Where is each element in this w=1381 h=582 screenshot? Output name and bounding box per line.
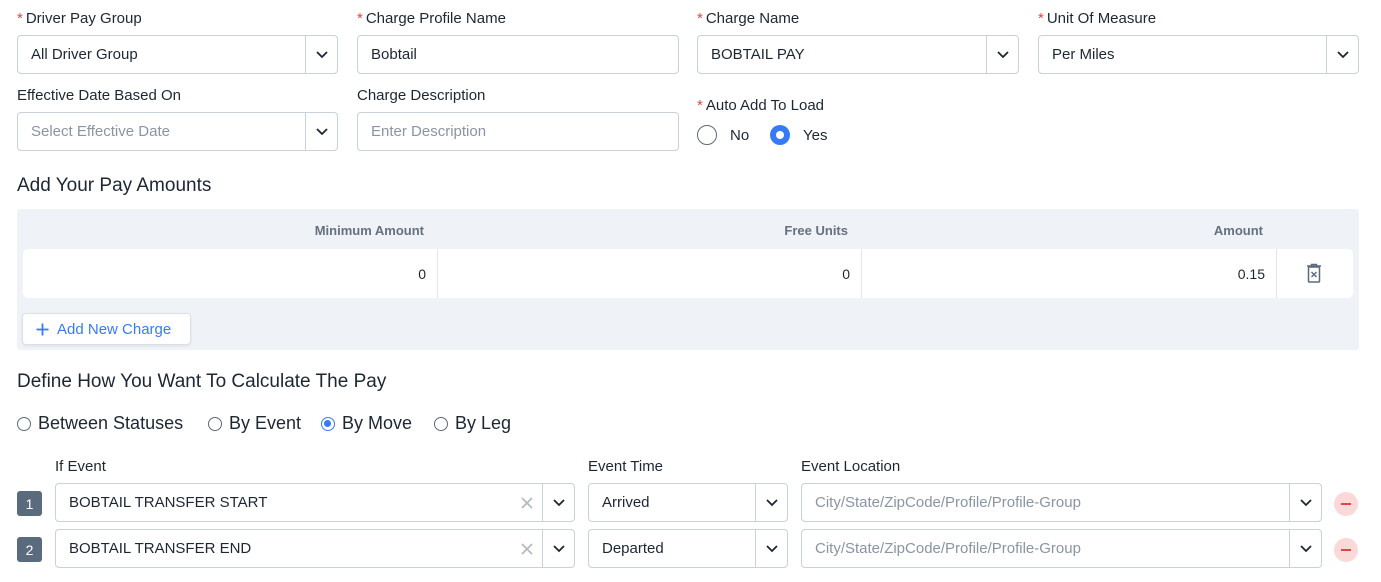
minus-icon [1341, 549, 1351, 551]
calculation-title: Define How You Want To Calculate The Pay [17, 371, 387, 392]
chevron-down-icon[interactable] [305, 36, 337, 73]
chevron-down-icon[interactable] [542, 484, 574, 521]
if-event-value: BOBTAIL TRANSFER END [69, 540, 252, 557]
if-event-select[interactable]: BOBTAIL TRANSFER START [55, 483, 575, 522]
charge-profile-name-input[interactable]: Bobtail [357, 35, 679, 74]
charge-profile-name-value: Bobtail [371, 46, 417, 63]
chevron-down-icon[interactable] [1289, 484, 1321, 521]
driver-pay-group-label-text: Driver Pay Group [25, 10, 142, 27]
event-location-placeholder: City/State/ZipCode/Profile/Profile-Group [815, 494, 1081, 511]
auto-add-label-text: Auto Add To Load [705, 97, 825, 114]
radio-circle[interactable] [697, 125, 717, 145]
charge-profile-name-label: * Charge Profile Name [357, 10, 506, 27]
row-number-badge: 2 [17, 537, 42, 562]
remove-row-button[interactable] [1334, 538, 1358, 562]
method-by-event-label: By Event [229, 413, 302, 433]
radio-circle-selected[interactable] [321, 416, 335, 431]
amount-cell[interactable]: 0.15 [862, 249, 1276, 298]
auto-add-no-radio[interactable]: No [697, 125, 749, 145]
chevron-down-icon[interactable] [755, 530, 787, 567]
auto-add-label: * Auto Add To Load [697, 97, 824, 114]
minimum-amount-header: Minimum Amount [314, 223, 424, 238]
plus-icon [36, 323, 49, 335]
radio-circle-selected[interactable] [770, 125, 790, 145]
chevron-down-icon[interactable] [305, 113, 337, 150]
row-number-badge: 1 [17, 491, 42, 516]
amount-header: Amount [1213, 223, 1263, 238]
unit-of-measure-label: * Unit Of Measure [1038, 10, 1156, 27]
driver-pay-group-select[interactable]: All Driver Group [17, 35, 338, 74]
chevron-down-icon[interactable] [1289, 530, 1321, 567]
auto-add-no-label: No [730, 126, 750, 144]
charge-description-placeholder: Enter Description [371, 123, 487, 140]
minus-icon [1341, 503, 1351, 505]
auto-add-yes-radio[interactable]: Yes [770, 125, 827, 145]
driver-pay-group-value: All Driver Group [31, 46, 138, 63]
effective-date-select[interactable]: Select Effective Date [17, 112, 338, 151]
method-by-move-radio[interactable]: By Move [321, 413, 412, 434]
effective-date-placeholder: Select Effective Date [31, 123, 170, 140]
clear-icon[interactable] [512, 530, 542, 567]
event-location-header: Event Location [801, 458, 901, 475]
chevron-down-icon[interactable] [986, 36, 1018, 73]
charge-name-value: BOBTAIL PAY [711, 46, 805, 63]
pay-amounts-panel: Minimum Amount Free Units Amount 0 0 0.1… [17, 209, 1359, 350]
event-location-select[interactable]: City/State/ZipCode/Profile/Profile-Group [801, 483, 1322, 522]
charge-profile-name-label-text: Charge Profile Name [365, 10, 506, 27]
radio-circle[interactable] [434, 416, 448, 431]
method-between-statuses-label: Between Statuses [38, 413, 184, 433]
remove-row-button[interactable] [1334, 492, 1358, 516]
required-mark: * [17, 10, 23, 27]
add-new-charge-button[interactable]: Add New Charge [22, 313, 191, 345]
required-mark: * [357, 10, 363, 27]
radio-circle[interactable] [17, 416, 31, 431]
minimum-amount-cell[interactable]: 0 [23, 249, 437, 298]
unit-of-measure-label-text: Unit Of Measure [1046, 10, 1157, 27]
required-mark: * [1038, 10, 1044, 27]
method-by-leg-label: By Leg [455, 413, 512, 433]
event-time-header: Event Time [588, 458, 664, 475]
required-mark: * [697, 97, 703, 114]
pay-amount-row: 0 0 0.15 [23, 249, 1353, 298]
method-by-leg-radio[interactable]: By Leg [434, 413, 511, 434]
if-event-select[interactable]: BOBTAIL TRANSFER END [55, 529, 575, 568]
driver-pay-group-label: * Driver Pay Group [17, 10, 142, 27]
effective-date-label: Effective Date Based On [17, 87, 181, 104]
method-by-move-label: By Move [342, 413, 413, 433]
chevron-down-icon[interactable] [542, 530, 574, 567]
event-time-value: Arrived [602, 494, 650, 511]
charge-description-label: Charge Description [357, 87, 486, 104]
pay-amounts-title: Add Your Pay Amounts [17, 175, 212, 196]
method-between-statuses-radio[interactable]: Between Statuses [17, 413, 183, 434]
column-divider [1276, 249, 1277, 298]
event-location-placeholder: City/State/ZipCode/Profile/Profile-Group [815, 540, 1081, 557]
charge-name-select[interactable]: BOBTAIL PAY [697, 35, 1019, 74]
chevron-down-icon[interactable] [755, 484, 787, 521]
method-by-event-radio[interactable]: By Event [208, 413, 301, 434]
unit-of-measure-select[interactable]: Per Miles [1038, 35, 1359, 74]
required-mark: * [697, 10, 703, 27]
free-units-header: Free Units [784, 223, 848, 238]
unit-of-measure-value: Per Miles [1052, 46, 1115, 63]
auto-add-yes-label: Yes [803, 126, 828, 144]
add-new-charge-label: Add New Charge [57, 320, 172, 338]
event-location-select[interactable]: City/State/ZipCode/Profile/Profile-Group [801, 529, 1322, 568]
charge-name-label: * Charge Name [697, 10, 799, 27]
event-time-value: Departed [602, 540, 664, 557]
event-time-select[interactable]: Departed [588, 529, 788, 568]
radio-circle[interactable] [208, 416, 222, 431]
if-event-header: If Event [55, 458, 106, 475]
charge-description-input[interactable]: Enter Description [357, 112, 679, 151]
charge-name-label-text: Charge Name [705, 10, 800, 27]
delete-icon[interactable] [1306, 263, 1322, 288]
event-time-select[interactable]: Arrived [588, 483, 788, 522]
clear-icon[interactable] [512, 484, 542, 521]
chevron-down-icon[interactable] [1326, 36, 1358, 73]
free-units-cell[interactable]: 0 [438, 249, 861, 298]
if-event-value: BOBTAIL TRANSFER START [69, 494, 268, 511]
